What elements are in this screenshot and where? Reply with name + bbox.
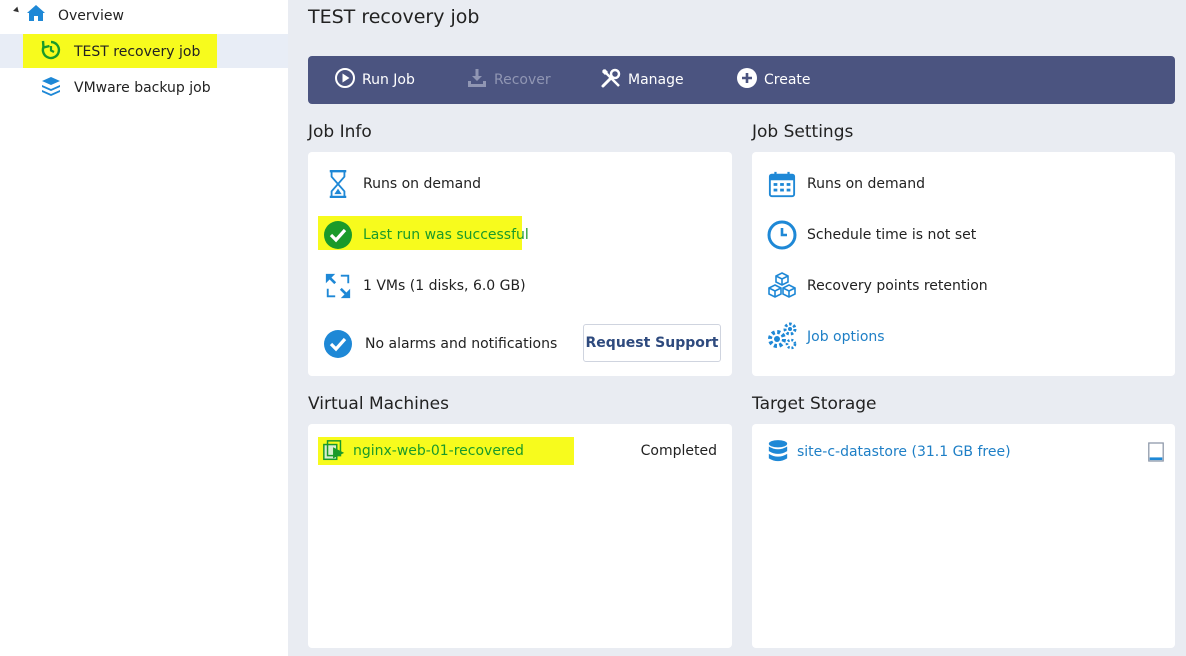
check-badge-icon xyxy=(322,328,354,360)
expand-arrows-icon xyxy=(322,270,354,302)
job-info-last-run-row: Last run was successful xyxy=(308,215,732,255)
clock-icon xyxy=(766,219,798,251)
cubes-icon xyxy=(766,270,798,302)
vm-name[interactable]: nginx-web-01-recovered xyxy=(353,443,524,459)
gears-icon xyxy=(766,321,798,353)
job-settings-schedule-row: Schedule time is not set xyxy=(752,215,1175,255)
job-settings-retention-row: Recovery points retention xyxy=(752,266,1175,306)
hourglass-icon xyxy=(322,168,354,200)
vm-list-item[interactable]: nginx-web-01-recovered Completed xyxy=(308,431,732,471)
toolbar: Run Job Recover Manage Create xyxy=(308,56,1175,104)
sidebar-item-label: VMware backup job xyxy=(74,80,211,96)
create-button[interactable]: Create xyxy=(736,56,811,104)
job-settings-title: Job Settings xyxy=(752,122,854,142)
recover-button[interactable]: Recover xyxy=(466,56,551,104)
download-icon xyxy=(466,67,494,93)
database-icon xyxy=(762,436,794,468)
vm-recovered-icon xyxy=(318,435,350,467)
virtual-machines-title: Virtual Machines xyxy=(308,394,449,414)
recovery-job-icon xyxy=(40,39,62,61)
storage-usage-icon xyxy=(1143,436,1169,468)
layers-icon xyxy=(40,75,62,97)
job-options-link[interactable]: Job options xyxy=(807,329,885,345)
home-icon xyxy=(25,2,47,24)
tree-root-label: Overview xyxy=(58,8,124,24)
job-info-runs-row: Runs on demand xyxy=(308,164,732,204)
job-info-vms-row: 1 VMs (1 disks, 6.0 GB) xyxy=(308,266,732,306)
sidebar: Overview TEST recovery job VMware backup… xyxy=(0,0,288,656)
job-settings-panel: Runs on demand Schedule time is not set … xyxy=(752,152,1175,376)
target-storage-title: Target Storage xyxy=(752,394,877,414)
job-info-panel: Runs on demand Last run was successful 1… xyxy=(308,152,732,376)
job-info-title: Job Info xyxy=(308,122,372,142)
manage-button[interactable]: Manage xyxy=(600,56,684,104)
tools-icon xyxy=(600,67,628,93)
plus-circle-icon xyxy=(736,67,764,93)
target-storage-panel: site-c-datastore (31.1 GB free) xyxy=(752,424,1175,648)
play-circle-icon xyxy=(334,67,362,93)
main-content: TEST recovery job Run Job Recover Manage… xyxy=(288,0,1186,656)
request-support-button[interactable]: Request Support xyxy=(583,324,721,362)
storage-name[interactable]: site-c-datastore (31.1 GB free) xyxy=(797,444,1011,460)
page-title: TEST recovery job xyxy=(308,6,480,28)
calendar-icon xyxy=(766,168,798,200)
run-job-button[interactable]: Run Job xyxy=(334,56,415,104)
virtual-machines-panel: nginx-web-01-recovered Completed xyxy=(308,424,732,648)
storage-list-item[interactable]: site-c-datastore (31.1 GB free) xyxy=(752,432,1175,472)
vm-status: Completed xyxy=(640,443,717,459)
sidebar-item-test-recovery-job[interactable]: TEST recovery job xyxy=(0,34,288,68)
job-settings-runs-row: Runs on demand xyxy=(752,164,1175,204)
sidebar-item-label: TEST recovery job xyxy=(74,44,201,60)
job-settings-options-row[interactable]: Job options xyxy=(752,317,1175,357)
sidebar-item-vmware-backup-job[interactable]: VMware backup job xyxy=(0,70,288,104)
check-circle-icon xyxy=(322,219,354,251)
expand-arrow-icon[interactable] xyxy=(13,6,21,15)
